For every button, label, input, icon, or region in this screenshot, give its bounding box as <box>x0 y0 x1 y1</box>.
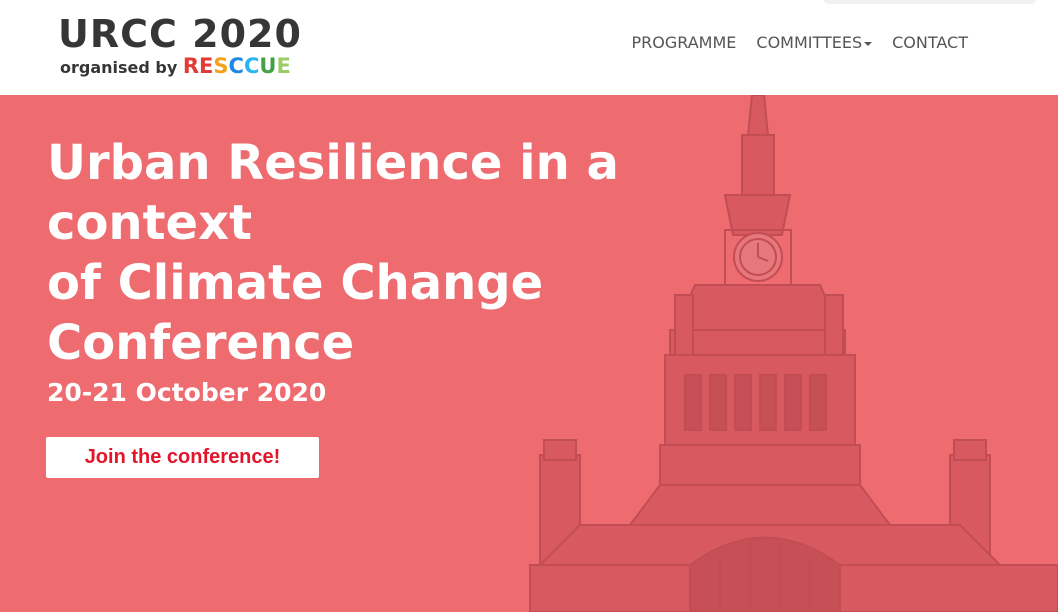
brand-letter: S <box>213 54 229 78</box>
nav-item-committees[interactable]: COMMITTEES <box>746 33 882 53</box>
brand-letter: C <box>228 54 244 78</box>
join-conference-button[interactable]: Join the conference! <box>46 437 319 478</box>
nav-item-label: COMMITTEES <box>756 33 863 52</box>
logo-title: URCC 2020 <box>58 12 302 56</box>
hero-title: Urban Resilience in a context of Climate… <box>47 133 817 373</box>
brand-letter: E <box>276 54 291 78</box>
logo-organised-by: organised by <box>60 58 178 77</box>
nav-item-label: PROGRAMME <box>631 33 737 52</box>
caret-down-icon <box>864 41 873 46</box>
hero-title-line: Conference <box>47 315 355 371</box>
nav-item-label: CONTACT <box>892 33 968 52</box>
nav-item-programme[interactable]: PROGRAMME <box>622 33 747 53</box>
site-logo[interactable]: URCC 2020 organised by RESCCUE <box>58 12 308 78</box>
top-navbar: URCC 2020 organised by RESCCUE PROGRAMME… <box>0 0 1058 95</box>
brand-letter: U <box>259 54 277 78</box>
rescue-brand-logo: RESCCUE <box>183 54 291 78</box>
event-date: 20-21 October 2020 <box>47 378 327 407</box>
navbar-shadow-tab <box>824 0 1036 4</box>
brand-letter: R <box>182 54 200 78</box>
nav-item-contact[interactable]: CONTACT <box>882 33 978 53</box>
hero-banner: Urban Resilience in a context of Climate… <box>0 95 1058 612</box>
brand-letter: C <box>243 54 260 78</box>
main-nav: PROGRAMME COMMITTEES CONTACT <box>622 33 979 53</box>
hero-title-line: Urban Resilience in a context <box>47 135 619 251</box>
brand-letter: E <box>199 54 214 78</box>
logo-subtitle: organised by RESCCUE <box>60 56 291 78</box>
hero-title-line: of Climate Change <box>47 255 544 311</box>
